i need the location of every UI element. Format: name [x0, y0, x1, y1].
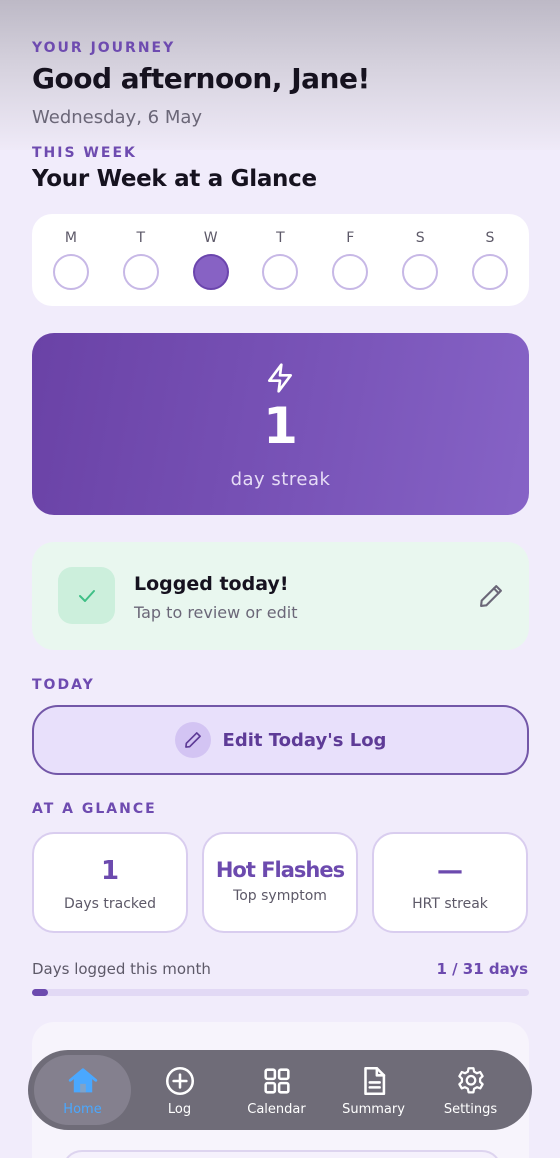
day-indicator	[52, 254, 89, 290]
tab-label: Settings	[443, 1101, 498, 1117]
header: YOUR JOURNEY Good afternoon, Jane! Wedne…	[32, 40, 532, 128]
edit-icon-badge	[174, 722, 211, 758]
tab-home[interactable]: Home	[34, 1055, 131, 1125]
day-letter: F	[346, 230, 355, 246]
day-indicator	[402, 254, 439, 290]
streak-count: 1	[263, 397, 298, 455]
tab-label: Log	[167, 1101, 192, 1117]
stat-label: Top symptom	[233, 888, 327, 904]
stat-value: 1	[100, 856, 120, 886]
week-title: Your Week at a Glance	[32, 166, 317, 192]
tab-settings[interactable]: Settings	[422, 1055, 519, 1125]
day-saturday[interactable]: S	[390, 214, 450, 306]
stat-days-tracked[interactable]: 1 Days tracked	[32, 832, 188, 933]
check-badge	[58, 567, 115, 624]
home-icon	[68, 1067, 97, 1092]
check-icon	[78, 589, 95, 602]
month-progress-bar	[32, 989, 529, 996]
tab-label: Calendar	[247, 1101, 306, 1117]
stat-label: HRT streak	[412, 896, 488, 912]
pencil-icon[interactable]	[477, 582, 505, 610]
month-progress-count: 1 / 31 days	[436, 960, 528, 978]
logged-title: Logged today!	[134, 573, 289, 595]
week-card: M T W T F S S	[32, 214, 529, 306]
day-sunday[interactable]: S	[460, 214, 520, 306]
tab-log[interactable]: Log	[131, 1055, 228, 1125]
day-letter: M	[64, 230, 77, 246]
day-wednesday[interactable]: W	[181, 214, 241, 306]
tab-label: Summary	[342, 1101, 405, 1117]
greeting-title: Good afternoon, Jane!	[32, 62, 370, 95]
day-indicator	[332, 254, 369, 290]
plus-circle-icon	[165, 1066, 194, 1095]
stat-top-symptom[interactable]: Hot Flashes Top symptom	[202, 832, 358, 933]
day-letter: T	[276, 230, 285, 246]
day-letter: T	[136, 230, 146, 246]
lightning-icon	[268, 363, 292, 393]
logged-today-card[interactable]: Logged today! Tap to review or edit	[32, 542, 529, 650]
pencil-icon	[184, 732, 201, 748]
day-letter: S	[485, 230, 495, 246]
day-letter: W	[203, 230, 218, 246]
tab-summary[interactable]: Summary	[325, 1055, 422, 1125]
day-friday[interactable]: F	[320, 214, 380, 306]
day-indicator-logged	[192, 254, 229, 290]
glance-eyebrow: AT A GLANCE	[32, 801, 157, 817]
edit-todays-log-button[interactable]: Edit Today's Log	[32, 705, 529, 775]
month-progress-fill	[32, 989, 48, 996]
day-tuesday[interactable]: T	[111, 214, 171, 306]
stat-label: Days tracked	[63, 896, 157, 912]
gear-icon	[457, 1066, 484, 1093]
logged-subtitle: Tap to review or edit	[134, 603, 298, 622]
day-indicator	[471, 254, 508, 290]
stat-hrt-streak[interactable]: — HRT streak	[372, 832, 528, 933]
bottom-tab-bar: Home Log Calendar Summary Settings	[28, 1050, 532, 1130]
edit-log-label: Edit Today's Log	[222, 729, 387, 751]
week-eyebrow: THIS WEEK	[32, 145, 137, 161]
partially-hidden-button	[62, 1150, 502, 1158]
day-indicator	[122, 254, 159, 290]
tab-calendar[interactable]: Calendar	[228, 1055, 325, 1125]
tab-label: Home	[63, 1101, 102, 1117]
day-monday[interactable]: M	[41, 214, 101, 306]
today-eyebrow: TODAY	[32, 677, 95, 693]
day-letter: S	[415, 230, 425, 246]
journey-eyebrow: YOUR JOURNEY	[32, 40, 176, 56]
stat-value: Hot Flashes	[215, 858, 345, 882]
month-progress-label: Days logged this month	[32, 960, 211, 978]
grid-icon	[263, 1067, 290, 1094]
document-icon	[363, 1066, 385, 1095]
streak-card: 1 day streak	[32, 333, 529, 515]
stat-value: —	[437, 856, 463, 886]
current-date: Wednesday, 6 May	[32, 107, 203, 128]
day-thursday[interactable]: T	[250, 214, 310, 306]
day-indicator	[262, 254, 299, 290]
streak-label: day streak	[230, 469, 331, 490]
